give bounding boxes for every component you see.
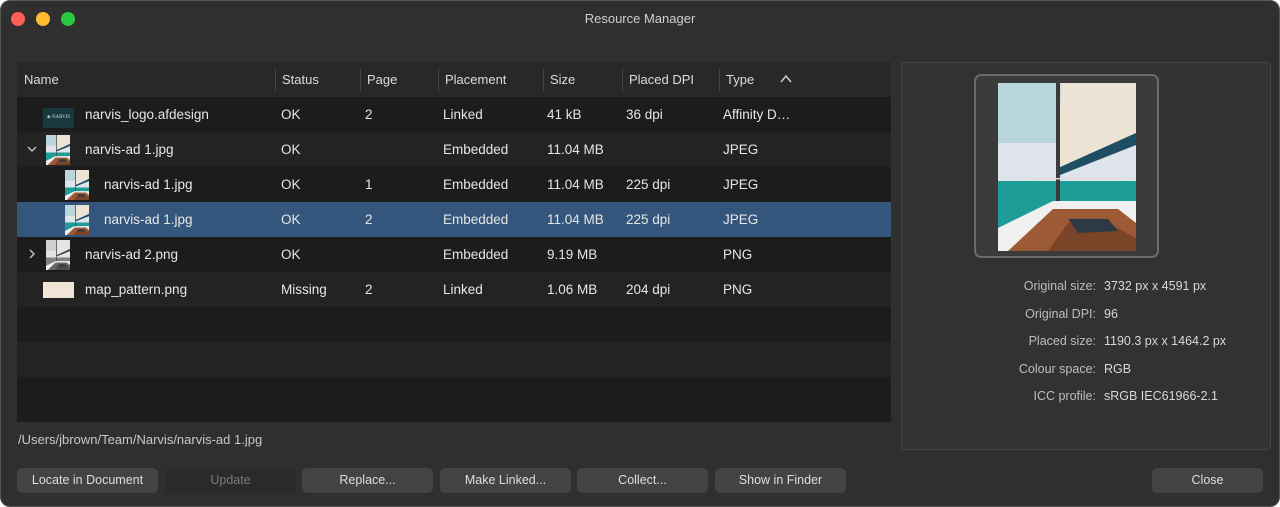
resource-name: narvis-ad 1.jpg bbox=[104, 177, 193, 192]
image-thumbnail bbox=[65, 205, 89, 235]
resource-details-panel: Original size: 3732 px x 4591 px Original … bbox=[901, 62, 1271, 450]
cell-page: 2 bbox=[365, 107, 373, 122]
table-row[interactable]: narvis-ad 2.png OK Embedded 9.19 MB PNG bbox=[17, 237, 891, 272]
detail-value: RGB bbox=[1104, 361, 1132, 376]
cell-placement: Embedded bbox=[443, 247, 509, 262]
detail-value: 3732 px x 4591 px bbox=[1104, 279, 1207, 293]
update-button: Update bbox=[165, 468, 296, 493]
resource-name: narvis-ad 2.png bbox=[85, 247, 179, 262]
resource-name: map_pattern.png bbox=[85, 282, 188, 297]
locate-in-document-button[interactable]: Locate in Document bbox=[17, 468, 158, 493]
table-header: Name Status Page Placement Size Placed D… bbox=[17, 62, 891, 97]
detail-value: sRGB IEC61966-2.1 bbox=[1104, 389, 1218, 403]
cell-status: OK bbox=[281, 247, 301, 262]
sort-ascending-icon[interactable] bbox=[779, 73, 793, 85]
chevron-down-icon[interactable] bbox=[26, 143, 38, 155]
image-thumbnail-grayscale bbox=[46, 240, 70, 270]
pattern-thumbnail bbox=[43, 282, 74, 298]
show-in-finder-button[interactable]: Show in Finder bbox=[715, 468, 846, 493]
cell-status: Missing bbox=[281, 282, 327, 297]
detail-label: ICC profile: bbox=[1033, 389, 1096, 403]
title-bar: Resource Manager bbox=[1, 1, 1279, 37]
column-header-type[interactable]: Type bbox=[719, 62, 809, 97]
cell-status: OK bbox=[281, 107, 301, 122]
column-header-placement[interactable]: Placement bbox=[438, 62, 543, 97]
resource-name: narvis-ad 1.jpg bbox=[85, 142, 174, 157]
column-header-page[interactable]: Page bbox=[360, 62, 438, 97]
cell-size: 11.04 MB bbox=[547, 212, 604, 227]
cell-type: PNG bbox=[723, 282, 753, 297]
resource-manager-window: Resource Manager Name Status Page Placem… bbox=[0, 0, 1280, 507]
image-thumbnail bbox=[46, 135, 70, 165]
resource-name: narvis-ad 1.jpg bbox=[104, 212, 193, 227]
cell-page: 1 bbox=[365, 177, 373, 192]
cell-dpi: 204 dpi bbox=[626, 282, 671, 297]
chevron-right-icon[interactable] bbox=[26, 248, 38, 260]
resource-preview-image bbox=[998, 83, 1136, 251]
cell-placement: Embedded bbox=[443, 142, 509, 157]
column-header-placed-dpi[interactable]: Placed DPI bbox=[622, 62, 719, 97]
cell-size: 41 kB bbox=[547, 107, 582, 122]
cell-status: OK bbox=[281, 177, 301, 192]
table-row[interactable]: narvis-ad 1.jpg OK Embedded 11.04 MB JPEG bbox=[17, 132, 891, 167]
cell-dpi: 225 dpi bbox=[626, 177, 671, 192]
detail-value: 96 bbox=[1104, 306, 1118, 321]
column-header-name[interactable]: Name bbox=[17, 62, 275, 97]
replace-button[interactable]: Replace... bbox=[302, 468, 433, 493]
cell-dpi: 225 dpi bbox=[626, 212, 671, 227]
column-header-size[interactable]: Size bbox=[543, 62, 622, 97]
resources-table: Name Status Page Placement Size Placed D… bbox=[17, 62, 891, 422]
detail-label: Original size: bbox=[1023, 279, 1096, 293]
detail-row: Original DPI: 96 bbox=[902, 307, 1272, 327]
cell-page: 2 bbox=[365, 212, 373, 227]
column-header-status[interactable]: Status bbox=[275, 62, 360, 97]
empty-table-row bbox=[17, 377, 891, 412]
empty-table-row bbox=[17, 307, 891, 342]
cell-type: Affinity D… bbox=[723, 107, 791, 122]
resource-path: /Users/jbrown/Team/Narvis/narvis-ad 1.jp… bbox=[18, 432, 263, 447]
table-row[interactable]: narvis-ad 1.jpg OK 2 Embedded 11.04 MB 225 dp… bbox=[17, 202, 891, 237]
window-title: Resource Manager bbox=[584, 11, 696, 26]
detail-row: Original size: 3732 px x 4591 px bbox=[902, 279, 1272, 299]
cell-status: OK bbox=[281, 212, 301, 227]
cell-size: 9.19 MB bbox=[547, 247, 598, 262]
cell-size: 11.04 MB bbox=[547, 142, 604, 157]
make-linked-button[interactable]: Make Linked... bbox=[440, 468, 571, 493]
cell-page: 2 bbox=[365, 282, 373, 297]
cell-placement: Linked bbox=[443, 107, 483, 122]
collect-button[interactable]: Collect... bbox=[577, 468, 708, 493]
detail-row: ICC profile: sRGB IEC61966-2.1 bbox=[902, 389, 1272, 409]
preview-frame bbox=[974, 74, 1159, 258]
cell-placement: Embedded bbox=[443, 212, 509, 227]
cell-size: 1.06 MB bbox=[547, 282, 598, 297]
detail-value: 1190.3 px x 1464.2 px bbox=[1104, 334, 1227, 348]
cell-type: PNG bbox=[723, 247, 753, 262]
cell-type: JPEG bbox=[723, 177, 759, 192]
detail-row: Placed size: 1190.3 px x 1464.2 px bbox=[902, 334, 1272, 354]
cell-type: JPEG bbox=[723, 142, 759, 157]
detail-label: Placed size: bbox=[1028, 334, 1096, 348]
cell-placement: Linked bbox=[443, 282, 483, 297]
cell-type: JPEG bbox=[723, 212, 759, 227]
close-button[interactable]: Close bbox=[1152, 468, 1263, 493]
resource-name: narvis_logo.afdesign bbox=[85, 107, 209, 122]
table-row[interactable]: ◈ NARVIS narvis_logo.afdesign OK 2 Linked 41 … bbox=[17, 97, 891, 132]
image-thumbnail bbox=[65, 170, 89, 200]
cell-status: OK bbox=[281, 142, 301, 157]
cell-dpi: 36 dpi bbox=[626, 107, 663, 122]
table-row[interactable]: narvis-ad 1.jpg OK 1 Embedded 11.04 MB 225 dp… bbox=[17, 167, 891, 202]
detail-label: Original DPI: bbox=[1025, 306, 1096, 321]
table-row[interactable]: map_pattern.png Missing 2 Linked 1.06 MB 204 … bbox=[17, 272, 891, 307]
cell-size: 11.04 MB bbox=[547, 177, 604, 192]
empty-table-row bbox=[17, 342, 891, 377]
logo-thumbnail: ◈ NARVIS bbox=[43, 108, 74, 128]
cell-placement: Embedded bbox=[443, 177, 509, 192]
detail-label: Colour space: bbox=[1018, 361, 1096, 376]
detail-row: Colour space: RGB bbox=[902, 362, 1272, 382]
